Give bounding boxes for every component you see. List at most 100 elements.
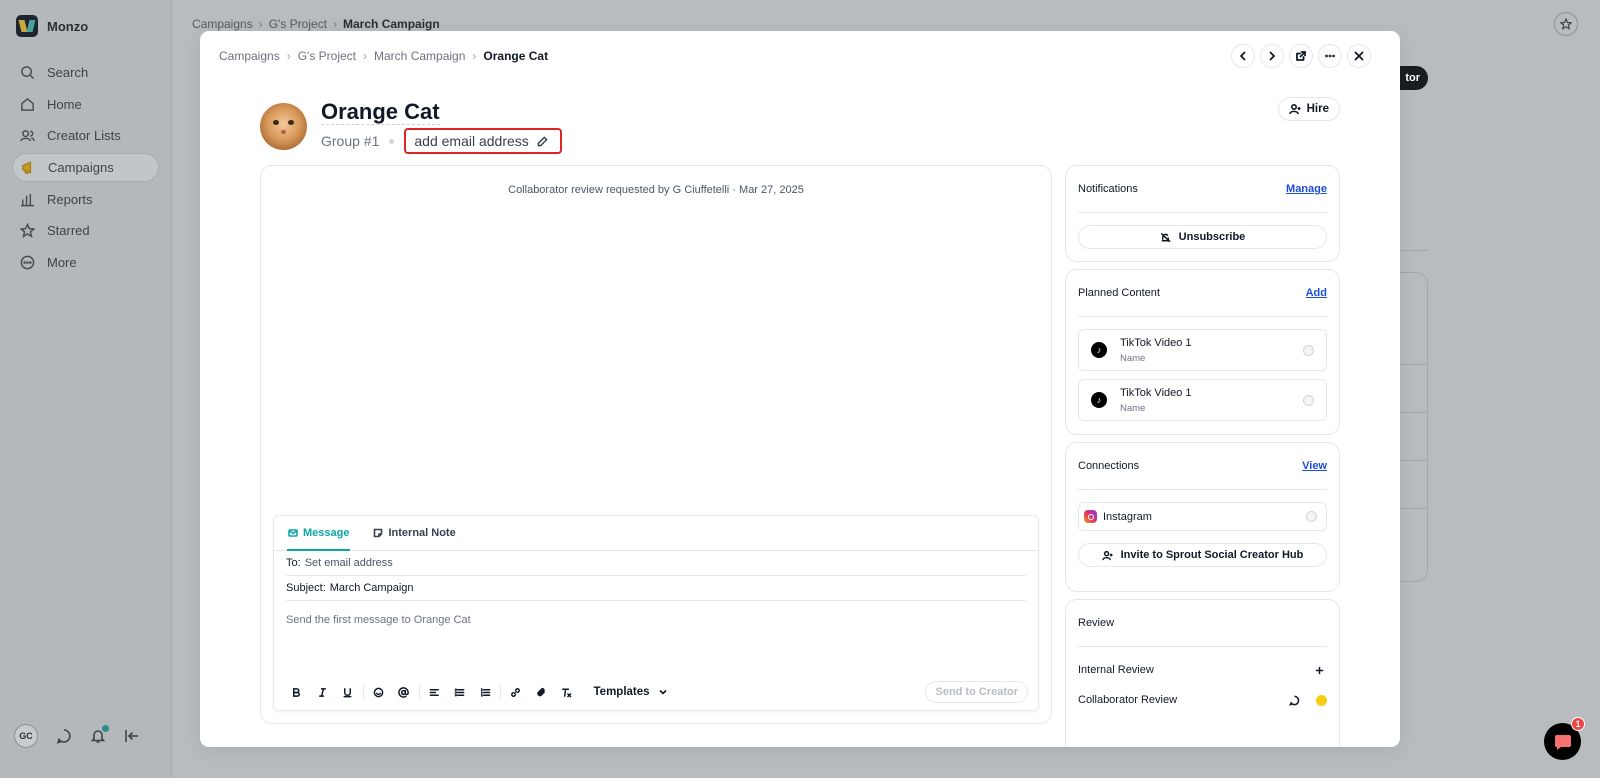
user-avatar[interactable]: GC: [14, 724, 38, 748]
italic-icon: [318, 687, 326, 697]
tiktok-icon: ♪: [1091, 392, 1107, 408]
tab-message[interactable]: Message: [287, 516, 351, 551]
sidebar-item-more[interactable]: More: [12, 248, 159, 277]
clear-format-button[interactable]: [554, 680, 580, 704]
breadcrumb-item[interactable]: G's Project: [269, 17, 327, 31]
review-status-dot: [1316, 694, 1327, 706]
to-value[interactable]: Set email address: [305, 557, 393, 569]
connection-item-instagram[interactable]: Instagram: [1078, 502, 1327, 531]
notifications-header: Notifications Manage: [1078, 166, 1327, 213]
attach-button[interactable]: [529, 680, 555, 704]
tab-internal-note[interactable]: Internal Note: [372, 516, 456, 551]
align-button[interactable]: [422, 680, 448, 704]
close-button[interactable]: [1347, 44, 1371, 68]
creator-name[interactable]: Orange Cat: [321, 99, 440, 125]
review-header: Review: [1078, 600, 1327, 647]
sidebar-item-campaigns[interactable]: Campaigns: [12, 153, 159, 183]
megaphone-icon: [22, 161, 32, 174]
underline-button[interactable]: [335, 680, 361, 704]
numbered-list-button[interactable]: [473, 680, 499, 704]
notification-dot: [102, 725, 109, 732]
sidebar-nav: Search Home Creator Lists Campaigns Repo…: [0, 58, 171, 277]
message-body-input[interactable]: Send the first message to Orange Cat: [274, 601, 1038, 639]
sidebar-item-home[interactable]: Home: [12, 90, 159, 119]
send-to-creator-button[interactable]: Send to Creator: [925, 681, 1028, 703]
star-campaign-button[interactable]: [1554, 12, 1578, 36]
sidebar-item-creator-lists[interactable]: Creator Lists: [12, 121, 159, 150]
subject-value[interactable]: March Campaign: [330, 582, 414, 594]
bell-icon[interactable]: [90, 725, 109, 744]
templates-dropdown[interactable]: Templates: [594, 686, 668, 698]
sidebar-item-search[interactable]: Search: [12, 58, 159, 87]
internal-review-row: Internal Review: [1078, 655, 1327, 685]
message-composer: Message Internal Note To: Set email addr…: [273, 515, 1039, 711]
breadcrumb-item[interactable]: G's Project: [298, 49, 356, 63]
bold-button[interactable]: [284, 680, 310, 704]
at-sign-icon: [398, 686, 410, 698]
content-item[interactable]: ♪ TikTok Video 1 Name: [1078, 379, 1327, 421]
collapse-sidebar-icon[interactable]: [124, 728, 140, 744]
previous-button[interactable]: [1231, 44, 1255, 68]
emoji-button[interactable]: [366, 680, 392, 704]
templates-label: Templates: [593, 686, 650, 698]
invite-to-creator-hub-button[interactable]: Invite to Sprout Social Creator Hub: [1078, 543, 1327, 567]
unsubscribe-button[interactable]: Unsubscribe: [1078, 225, 1327, 249]
view-connections-link[interactable]: View: [1302, 460, 1327, 472]
toolbar-divider: [500, 685, 501, 699]
comment-icon[interactable]: [1289, 695, 1300, 706]
numbered-list-icon: [480, 687, 491, 697]
underline-icon: [343, 687, 352, 697]
chat-unread-badge: 1: [1571, 717, 1585, 731]
align-left-icon: [429, 688, 439, 696]
breadcrumb-separator: ›: [472, 49, 477, 63]
plus-icon[interactable]: [1314, 665, 1325, 676]
sidebar-item-starred[interactable]: Starred: [12, 216, 159, 245]
review-row-label: Collaborator Review: [1078, 694, 1178, 706]
bullet-list-button[interactable]: [447, 680, 473, 704]
mention-button[interactable]: [391, 680, 417, 704]
connection-status-indicator: [1306, 511, 1317, 522]
dot-separator: [389, 138, 395, 144]
breadcrumb-item[interactable]: March Campaign: [374, 49, 465, 63]
paperclip-icon: [537, 687, 545, 696]
modal-breadcrumb: Campaigns › G's Project › March Campaign…: [219, 49, 548, 63]
toolbar-divider: [362, 685, 364, 699]
review-card: Review Internal Review Collaborator Revi…: [1065, 599, 1340, 747]
link-button[interactable]: [503, 680, 529, 704]
breadcrumb-current: Orange Cat: [483, 49, 549, 63]
italic-button[interactable]: [310, 680, 336, 704]
sidebar-item-reports[interactable]: Reports: [12, 185, 159, 214]
star-icon: [20, 223, 35, 239]
subject-field[interactable]: Subject: March Campaign: [286, 576, 1026, 601]
bullet-list-icon: [454, 688, 465, 696]
content-item[interactable]: ♪ TikTok Video 1 Name: [1078, 329, 1327, 371]
activity-log-entry: Collaborator review requested by G Ciuff…: [508, 184, 804, 196]
support-chat-button[interactable]: 1: [1544, 717, 1585, 760]
home-icon: [21, 97, 34, 111]
notifications-card: Notifications Manage Unsubscribe: [1065, 165, 1340, 262]
breadcrumb-item[interactable]: Campaigns: [219, 49, 280, 63]
sidebar-item-label: Home: [47, 96, 82, 112]
conversation-panel: Collaborator review requested by G Ciuff…: [260, 165, 1052, 724]
content-item-subtitle: Name: [1120, 402, 1146, 414]
hire-button[interactable]: Hire: [1277, 97, 1340, 121]
more-options-button[interactable]: [1318, 44, 1342, 68]
connection-label: Instagram: [1103, 510, 1152, 523]
manage-link[interactable]: Manage: [1286, 183, 1327, 195]
breadcrumb-item[interactable]: Campaigns: [192, 17, 253, 31]
sidebar-item-label: Creator Lists: [47, 128, 121, 144]
to-field[interactable]: To: Set email address: [286, 551, 1026, 576]
planned-content-title: Planned Content: [1078, 287, 1160, 299]
open-external-button[interactable]: [1289, 44, 1313, 68]
add-content-link[interactable]: Add: [1306, 287, 1327, 299]
bold-icon: [293, 687, 301, 697]
add-email-button[interactable]: add email address: [404, 128, 562, 154]
users-icon: [20, 130, 35, 142]
chat-icon[interactable]: [56, 728, 72, 744]
brand[interactable]: Monzo: [0, 0, 171, 52]
creator-modal: Campaigns › G's Project › March Campaign…: [200, 31, 1400, 747]
chevron-left-icon: [1240, 51, 1246, 61]
sidebar-item-label: Reports: [47, 191, 93, 207]
next-button[interactable]: [1260, 44, 1284, 68]
sidebar-footer: GC: [14, 724, 140, 748]
